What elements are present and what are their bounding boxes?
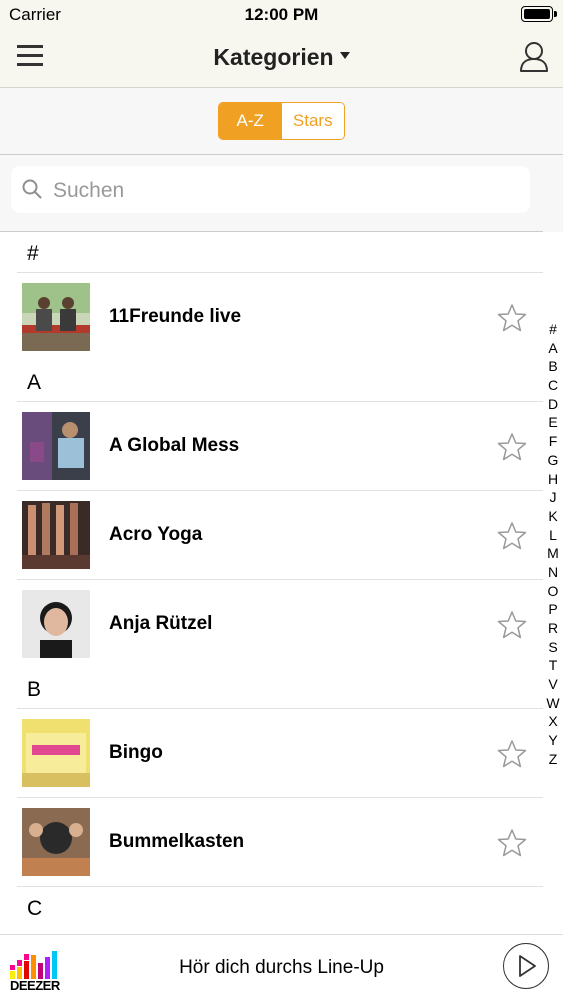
category-thumbnail [22, 719, 90, 787]
index-letter[interactable]: C [543, 376, 563, 395]
star-icon[interactable] [497, 521, 527, 551]
index-letter[interactable]: R [543, 619, 563, 638]
index-letter[interactable]: Z [543, 750, 563, 769]
item-title: Acro Yoga [109, 524, 203, 545]
index-letter[interactable]: Y [543, 731, 563, 750]
page-title: Kategorien [213, 44, 334, 70]
index-letter[interactable]: O [543, 582, 563, 601]
category-thumbnail [22, 808, 90, 876]
index-letter[interactable]: N [543, 563, 563, 582]
segment-az[interactable]: A-Z [219, 103, 282, 139]
item-title: Anja Rützel [109, 613, 213, 634]
index-letter[interactable]: A [543, 339, 563, 358]
section-header: B [0, 668, 543, 708]
list-item[interactable]: 11Freunde live [17, 272, 543, 361]
profile-icon[interactable] [519, 41, 549, 73]
list-item[interactable]: Acro Yoga [17, 490, 543, 579]
index-letter[interactable]: M [543, 544, 563, 563]
sort-segment-bar: A-Z Stars [0, 88, 563, 155]
index-letter[interactable]: V [543, 675, 563, 694]
index-letter[interactable]: T [543, 656, 563, 675]
item-title: Bummelkasten [109, 831, 245, 852]
item-title: Bingo [109, 742, 163, 763]
alphabet-index[interactable]: # A B C D E F G H J K L M N O P R S T V W X Y Z [543, 320, 563, 769]
player-bar[interactable]: DEEZER Hör dich durchs Line-Up [0, 934, 563, 1001]
search-bar [0, 155, 563, 232]
star-icon[interactable] [497, 828, 527, 858]
section-letter: # [27, 242, 39, 265]
deezer-brand: DEEZER [10, 978, 60, 993]
segment-stars[interactable]: Stars [281, 103, 344, 139]
index-letter[interactable]: K [543, 507, 563, 526]
star-icon[interactable] [497, 303, 527, 333]
category-thumbnail [22, 283, 90, 351]
index-letter[interactable]: B [543, 357, 563, 376]
list-item[interactable]: Bummelkasten [17, 797, 543, 887]
list-item[interactable]: Anja Rützel [17, 579, 543, 668]
item-title: 11Freunde live [109, 306, 242, 327]
index-letter[interactable]: G [543, 451, 563, 470]
category-thumbnail [22, 412, 90, 480]
item-title: A Global Mess [109, 435, 240, 456]
list-item[interactable]: A Global Mess [17, 401, 543, 490]
list-item[interactable]: Bingo [17, 708, 543, 797]
section-letter: C [27, 897, 43, 920]
play-button[interactable] [503, 943, 549, 989]
star-icon[interactable] [497, 610, 527, 640]
index-letter[interactable]: P [543, 600, 563, 619]
index-letter[interactable]: E [543, 413, 563, 432]
search-box [11, 166, 530, 215]
star-icon[interactable] [497, 432, 527, 462]
status-bar: Carrier 12:00 PM [0, 0, 563, 30]
navigation-bar: Kategorien [0, 30, 563, 88]
index-letter[interactable]: X [543, 712, 563, 731]
index-letter[interactable]: J [543, 488, 563, 507]
sort-segmented-control: A-Z Stars [218, 102, 345, 140]
index-letter[interactable]: D [543, 395, 563, 414]
section-letter: B [27, 678, 42, 701]
category-dropdown[interactable]: Kategorien [0, 44, 563, 71]
section-header: A [0, 361, 543, 401]
index-letter[interactable]: W [543, 694, 563, 713]
section-letter: A [27, 371, 42, 394]
search-icon [22, 179, 42, 199]
player-text: Hör dich durchs Line-Up [179, 957, 384, 978]
play-icon [519, 955, 536, 977]
search-input[interactable] [51, 166, 515, 215]
index-letter[interactable]: # [543, 320, 563, 339]
index-letter[interactable]: H [543, 470, 563, 489]
section-header: C [0, 887, 543, 927]
caret-down-icon [339, 52, 350, 60]
category-list: # 11Freunde live A A Global Mess Acro Yo… [0, 231, 543, 934]
category-thumbnail [22, 590, 90, 658]
star-icon[interactable] [497, 739, 527, 769]
index-letter[interactable]: F [543, 432, 563, 451]
status-time: 12:00 PM [244, 5, 319, 24]
battery-icon [521, 6, 557, 22]
section-header: # [0, 232, 543, 272]
category-thumbnail [22, 501, 90, 569]
index-letter[interactable]: S [543, 638, 563, 657]
index-letter[interactable]: L [543, 526, 563, 545]
